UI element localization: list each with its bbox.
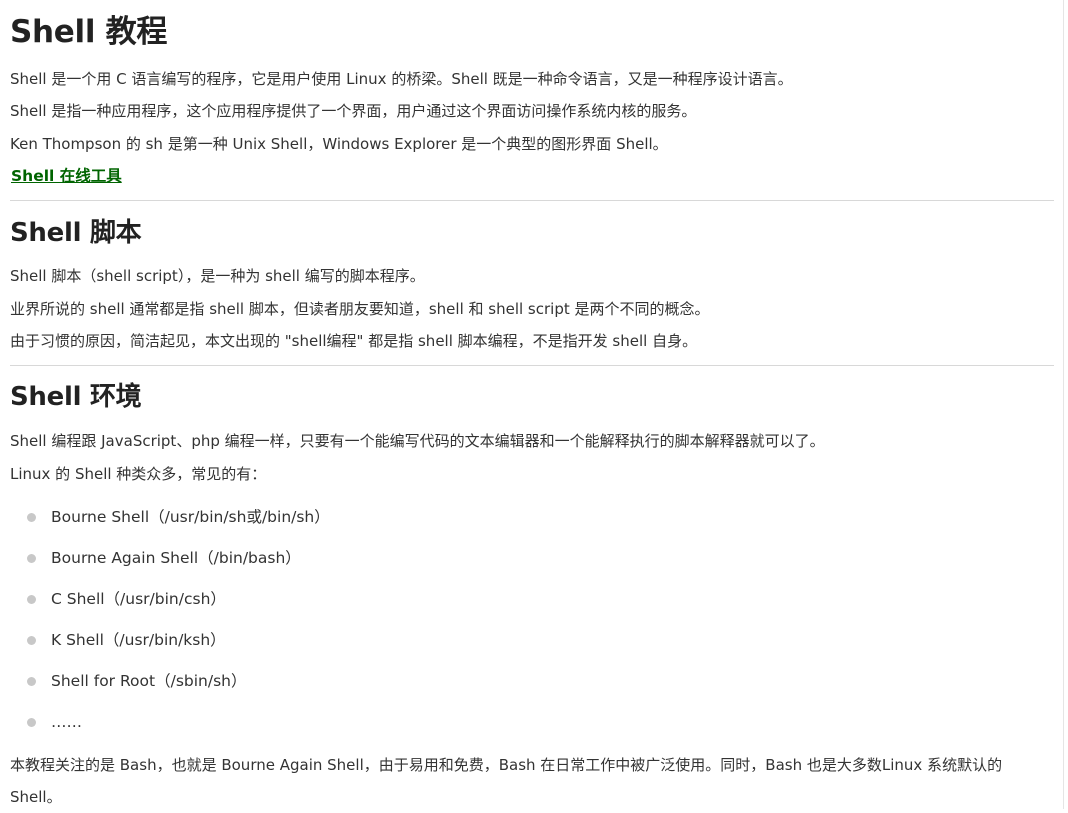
script-paragraph-1: Shell 脚本（shell script），是一种为 shell 编写的脚本程… — [10, 267, 425, 285]
list-item: …… — [10, 705, 330, 746]
bullet-icon — [27, 595, 36, 604]
shell-types-list: Bourne Shell（/usr/bin/sh或/bin/sh） Bourne… — [10, 500, 330, 746]
list-item-text: Bourne Again Shell（/bin/bash） — [51, 549, 301, 567]
list-item-text: Bourne Shell（/usr/bin/sh或/bin/sh） — [51, 508, 330, 526]
bullet-icon — [27, 636, 36, 645]
section-heading-shell-script: Shell 脚本 — [10, 218, 142, 248]
list-item: Bourne Again Shell（/bin/bash） — [10, 541, 330, 582]
list-item-text: Shell for Root（/sbin/sh） — [51, 672, 247, 690]
intro-paragraph-3: Ken Thompson 的 sh 是第一种 Unix Shell，Window… — [10, 135, 668, 153]
environment-paragraph-2: Linux 的 Shell 种类众多，常见的有： — [10, 465, 267, 483]
list-item-text: …… — [51, 713, 82, 731]
shell-online-tool-link[interactable]: Shell 在线工具 — [11, 165, 122, 187]
article-page: Shell 教程 Shell 是一个用 C 语言编写的程序，它是用户使用 Lin… — [0, 0, 1064, 809]
list-item-text: C Shell（/usr/bin/csh） — [51, 590, 226, 608]
list-item: Bourne Shell（/usr/bin/sh或/bin/sh） — [10, 500, 330, 541]
section-divider — [10, 365, 1054, 366]
bullet-icon — [27, 677, 36, 686]
bullet-icon — [27, 554, 36, 563]
list-item: C Shell（/usr/bin/csh） — [10, 582, 330, 623]
script-paragraph-2: 业界所说的 shell 通常都是指 shell 脚本，但读者朋友要知道，shel… — [10, 300, 710, 318]
intro-paragraph-2: Shell 是指一种应用程序，这个应用程序提供了一个界面，用户通过这个界面访问操… — [10, 102, 697, 120]
environment-paragraph-1: Shell 编程跟 JavaScript、php 编程一样，只要有一个能编写代码… — [10, 432, 825, 450]
bullet-icon — [27, 513, 36, 522]
list-item: K Shell（/usr/bin/ksh） — [10, 623, 330, 664]
intro-paragraph-1: Shell 是一个用 C 语言编写的程序，它是用户使用 Linux 的桥梁。Sh… — [10, 70, 793, 88]
section-heading-shell-environment: Shell 环境 — [10, 382, 142, 412]
list-item-text: K Shell（/usr/bin/ksh） — [51, 631, 226, 649]
bullet-icon — [27, 718, 36, 727]
section-divider — [10, 200, 1054, 201]
script-paragraph-3: 由于习惯的原因，简洁起见，本文出现的 "shell编程" 都是指 shell 脚… — [10, 332, 698, 350]
page-title: Shell 教程 — [10, 14, 168, 50]
list-item: Shell for Root（/sbin/sh） — [10, 664, 330, 705]
closing-paragraph: 本教程关注的是 Bash，也就是 Bourne Again Shell，由于易用… — [10, 756, 1003, 806]
